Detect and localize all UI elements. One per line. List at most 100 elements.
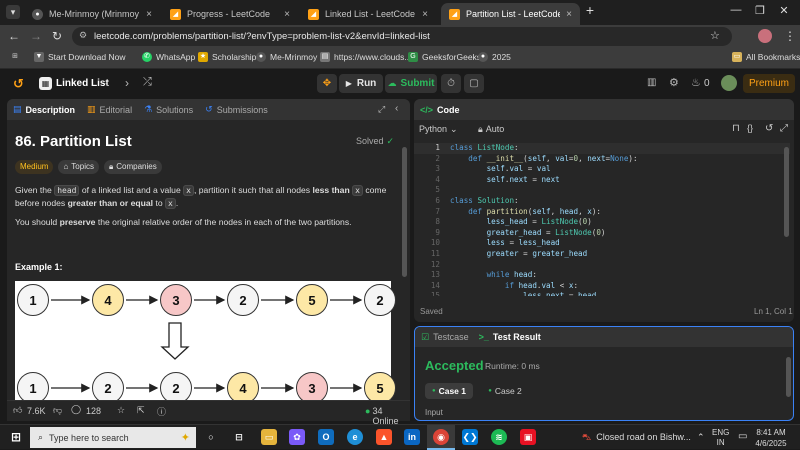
site-info-icon[interactable]: ⚙ (79, 30, 87, 41)
star-icon[interactable]: ☆ (117, 405, 125, 416)
code-editor[interactable]: 1 class ListNode: 2 def __init__(self, va… (414, 141, 790, 296)
restore-icon[interactable]: ❐ (750, 4, 770, 17)
language-indicator[interactable]: ENG IN (712, 428, 729, 448)
line-number: 14 (430, 280, 440, 290)
menu-icon[interactable]: ⋮ (784, 29, 796, 43)
code-scrollbar[interactable] (784, 147, 789, 237)
bookmark-item[interactable]: ✆ WhatsApp (142, 52, 195, 62)
address-toolbar: ← → ↻ ⚙ leetcode.com/problems/partition-… (0, 25, 800, 48)
outlook-icon[interactable]: O (318, 429, 334, 445)
bookmark-icon[interactable]: ⊓ (732, 123, 740, 134)
download-icon: ▼ (34, 52, 44, 62)
share-icon[interactable]: ⇱ (137, 405, 145, 416)
settings-icon[interactable]: ⚙ (669, 76, 679, 89)
shuffle-icon[interactable]: ⤮ (143, 76, 152, 89)
problem-list-icon[interactable]: ▦ (39, 77, 52, 90)
new-tab-icon[interactable]: + (580, 2, 600, 18)
status-dot-icon: ● (488, 388, 492, 394)
language-select[interactable]: Python ⌄ (419, 124, 458, 135)
news-notice[interactable]: ⛍ Closed road on Bishw... (582, 432, 691, 444)
tab-submissions[interactable]: ↺ Submissions (205, 104, 268, 115)
layout-icon[interactable]: ▥ (647, 77, 656, 88)
browser-tab[interactable]: ◢ Linked List - LeetCode × (300, 3, 436, 25)
format-icon[interactable]: {} (747, 123, 753, 133)
companies-tag[interactable]: 🔒︎ Companies (103, 160, 162, 174)
bookmark-item[interactable]: G GeeksforGeeks (408, 52, 481, 62)
close-tab-icon[interactable]: × (284, 9, 290, 20)
problem-list-title[interactable]: Linked List (56, 78, 109, 89)
submit-button[interactable]: ☁ Submit (385, 74, 437, 93)
edge-icon[interactable]: e (347, 429, 363, 445)
spotify-icon[interactable]: ≋ (491, 429, 507, 445)
premium-button[interactable]: Premium (743, 74, 795, 93)
apps-icon[interactable]: ⊞ (10, 52, 20, 62)
tray-chevron-icon[interactable]: ⌃ (697, 432, 705, 443)
dislike-icon[interactable]: 👎︎ (53, 405, 62, 416)
close-tab-icon[interactable]: × (146, 9, 152, 20)
cortana-icon[interactable]: ○ (203, 429, 219, 445)
reset-icon[interactable]: ↺ (765, 123, 773, 134)
file-explorer-icon[interactable]: ▭ (261, 429, 277, 445)
tab-editorial[interactable]: ▥ Editorial (87, 104, 132, 115)
tab-search-icon[interactable]: ▾ (6, 5, 20, 19)
bookmark-item[interactable]: ● Me-Mrinmoy (256, 52, 317, 62)
chrome-icon[interactable]: ◉ (433, 429, 449, 445)
result-scrollbar[interactable] (786, 357, 791, 397)
case-2-tab[interactable]: ● Case 2 (481, 383, 529, 399)
forward-icon[interactable]: → (30, 29, 42, 43)
debug-icon[interactable]: ✥ (317, 74, 337, 93)
bookmark-item[interactable]: ▤ https://www.clouds... (320, 52, 411, 62)
topics-tag[interactable]: ⌂ Topics (58, 160, 99, 174)
copilot-app-icon[interactable]: ✿ (289, 429, 305, 445)
problem-description: Given the head of a linked list and a va… (15, 185, 387, 209)
leetcode-logo-icon[interactable]: ↺ (13, 76, 24, 92)
github-icon: ● (256, 52, 266, 62)
bookmark-star-icon[interactable]: ☆ (710, 29, 720, 42)
bookmark-item[interactable]: ▼ Start Download Now (34, 52, 125, 62)
user-avatar[interactable] (721, 75, 737, 91)
timer-icon[interactable]: ⏱ (441, 74, 461, 93)
all-bookmarks[interactable]: ▭ All Bookmarks (732, 52, 800, 62)
tab-test-result[interactable]: >_ Test Result (479, 332, 541, 342)
reload-icon[interactable]: ↻ (52, 29, 62, 43)
brave-icon[interactable]: ▲ (376, 429, 392, 445)
collapse-icon[interactable]: ‹ (395, 103, 398, 114)
like-icon[interactable]: 👍︎ (13, 405, 22, 416)
run-button[interactable]: ▶ Run (339, 74, 383, 93)
linkedin-icon[interactable]: in (404, 429, 420, 445)
vscode-icon[interactable]: ❮❯ (462, 429, 478, 445)
bookmark-item[interactable]: ★ Scholarship (198, 52, 256, 62)
store-icon[interactable]: ▣ (520, 429, 536, 445)
comment-icon[interactable]: ◯ (71, 404, 81, 415)
bookmark-item[interactable]: ● 2025 (478, 52, 511, 62)
close-window-icon[interactable]: ✕ (774, 4, 794, 17)
back-icon[interactable]: ← (8, 29, 20, 43)
profile-avatar[interactable] (758, 29, 772, 43)
fullscreen-icon[interactable]: ⤢ (780, 123, 788, 134)
tab-solutions[interactable]: ⚗ Solutions (144, 104, 193, 115)
notes-icon[interactable]: ▢ (464, 74, 484, 93)
help-icon[interactable]: ⓘ (157, 405, 166, 418)
expand-icon[interactable]: ⤢ (378, 104, 385, 115)
close-tab-icon[interactable]: × (566, 9, 572, 20)
autocomplete-toggle[interactable]: 🔒︎ Auto (478, 124, 504, 135)
saved-status: Saved (420, 307, 443, 316)
browser-tab[interactable]: ◢ Progress - LeetCode × (162, 3, 298, 25)
case-1-tab[interactable]: ● Case 1 (425, 383, 473, 399)
task-view-icon[interactable]: ⊟ (231, 429, 247, 445)
browser-tab[interactable]: ● Me-Mrinmoy (Mrinmoy Samanta) × (24, 3, 160, 25)
tab-description[interactable]: ▤ Description (13, 104, 75, 115)
network-icon[interactable]: ▭ (738, 431, 747, 442)
browser-tab-active[interactable]: ◢ Partition List - LeetCode × (441, 3, 580, 25)
close-tab-icon[interactable]: × (422, 9, 428, 20)
taskbar-search[interactable]: ⌕ Type here to search ✦ (30, 427, 196, 448)
prev-problem-icon[interactable]: ‹ (105, 76, 109, 90)
clock[interactable]: 8:41 AM 4/6/2025 (750, 427, 792, 449)
tab-testcase[interactable]: ☑ Testcase (421, 332, 469, 343)
url-bar[interactable]: ⚙ leetcode.com/problems/partition-list/?… (72, 27, 732, 46)
minimize-icon[interactable]: — (726, 4, 746, 16)
windows-start-icon[interactable]: ⊞ (8, 429, 24, 445)
next-problem-icon[interactable]: › (125, 76, 129, 90)
streak-icon[interactable]: ♨ (691, 76, 701, 89)
description-scrollbar[interactable] (402, 147, 407, 277)
